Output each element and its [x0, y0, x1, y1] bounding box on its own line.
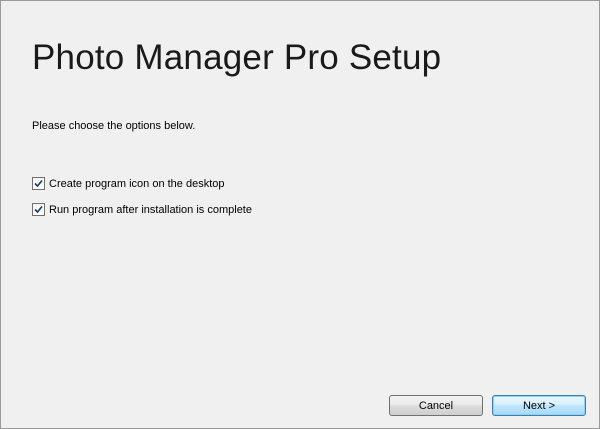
desktop-icon-option[interactable]: Create program icon on the desktop — [32, 177, 225, 190]
options-instruction: Please choose the options below. — [32, 120, 196, 132]
setup-window: Photo Manager Pro Setup Please choose th… — [0, 0, 600, 429]
cancel-button[interactable]: Cancel — [389, 395, 483, 416]
desktop-icon-checkbox[interactable] — [32, 177, 45, 190]
checkmark-icon — [34, 205, 43, 214]
checkmark-icon — [34, 179, 43, 188]
next-button[interactable]: Next > — [492, 395, 586, 416]
setup-title: Photo Manager Pro Setup — [32, 38, 442, 77]
run-after-install-option[interactable]: Run program after installation is comple… — [32, 203, 252, 216]
run-after-install-label: Run program after installation is comple… — [49, 203, 252, 216]
run-after-install-checkbox[interactable] — [32, 203, 45, 216]
desktop-icon-label: Create program icon on the desktop — [49, 177, 225, 190]
